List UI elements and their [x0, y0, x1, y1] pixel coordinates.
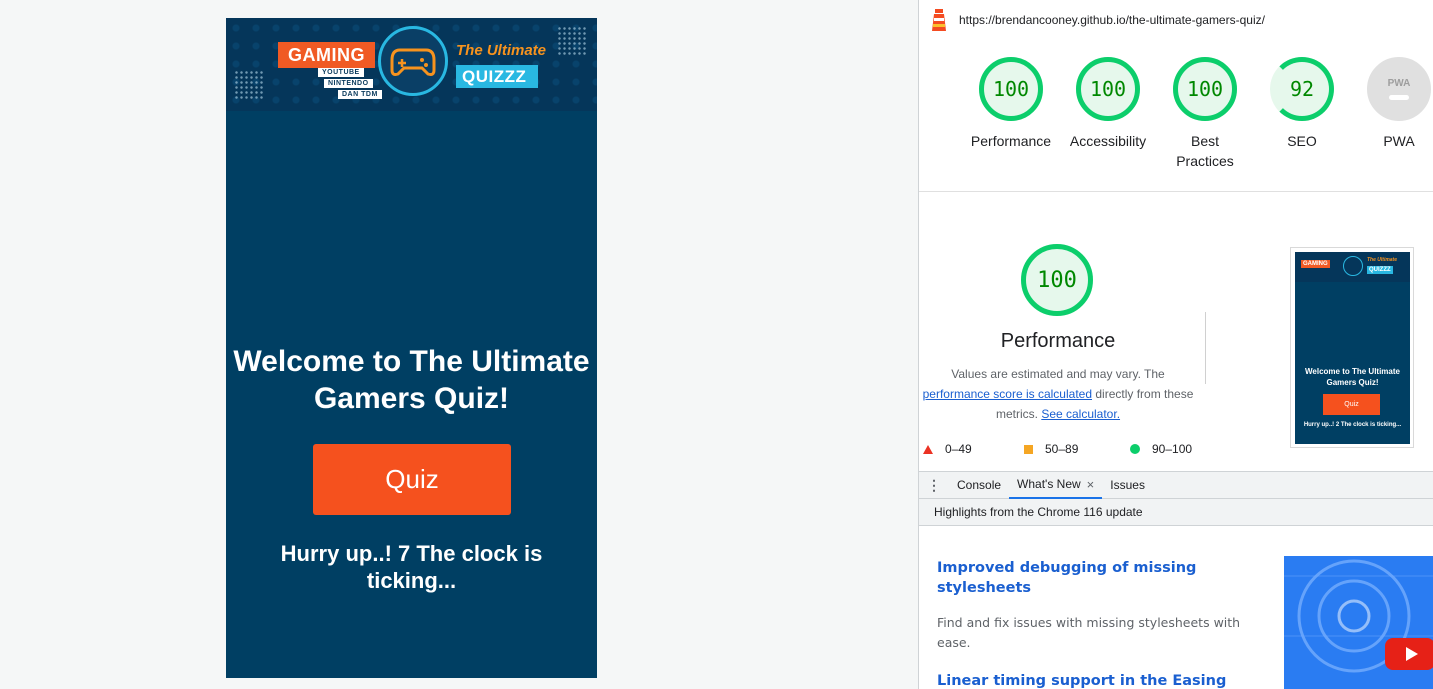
gauge-accessibility-label: Accessibility	[1069, 133, 1147, 149]
whats-new-video-thumbnail[interactable]	[1284, 556, 1433, 689]
performance-title: Performance	[1000, 330, 1116, 352]
banner-youtube-label: YOUTUBE	[318, 68, 364, 77]
timer-message: Hurry up..! 7 The clock is ticking...	[280, 541, 543, 593]
gauge-best-practices[interactable]: 100 Best Practices	[1160, 57, 1250, 171]
welcome-heading: Welcome to The Ultimate Gamers Quiz!	[233, 345, 590, 415]
gauge-accessibility[interactable]: 100 Accessibility	[1063, 57, 1153, 151]
gauge-best-practices-score: 100	[1173, 57, 1237, 121]
tab-issues[interactable]: Issues	[1102, 472, 1153, 499]
gamepad-icon	[378, 26, 448, 96]
banner-dantdm-label: DAN TDM	[338, 90, 382, 99]
banner-ultimate-label: The Ultimate	[456, 42, 547, 59]
pwa-badge-icon: PWA	[1367, 57, 1431, 121]
thumbnail-quiz-button: Quiz	[1323, 394, 1380, 415]
banner-gaming-label: GAMING	[278, 42, 375, 68]
score-gauges: 100 Performance 100 Accessibility 100 Be…	[919, 57, 1433, 177]
gauge-performance-label: Performance	[970, 133, 1052, 149]
vertical-divider	[1205, 312, 1206, 384]
quiz-start-button[interactable]: Quiz	[313, 444, 511, 515]
performance-score-gauge: 100	[1021, 244, 1093, 316]
mobile-viewport: GAMING YOUTUBE NINTENDO DAN TDM The Ulti…	[226, 18, 597, 678]
lighthouse-icon	[932, 8, 946, 31]
section-divider	[919, 191, 1433, 192]
banner-nintendo-label: NINTENDO	[324, 79, 373, 88]
report-url-bar: https://brendancooney.github.io/the-ulti…	[919, 0, 1433, 40]
legend-average: 50–89	[1024, 442, 1078, 456]
tab-whats-new[interactable]: What's New ×	[1009, 472, 1103, 499]
gauge-performance-score: 100	[979, 57, 1043, 121]
gauge-accessibility-score: 100	[1076, 57, 1140, 121]
header-banner: GAMING YOUTUBE NINTENDO DAN TDM The Ulti…	[226, 18, 597, 111]
devtools-panel: https://brendancooney.github.io/the-ulti…	[918, 0, 1433, 689]
youtube-play-icon[interactable]	[1385, 638, 1433, 670]
report-url[interactable]: https://brendancooney.github.io/the-ulti…	[959, 13, 1265, 27]
gauge-performance[interactable]: 100 Performance	[966, 57, 1056, 151]
gauge-seo[interactable]: 92 SEO	[1257, 57, 1347, 151]
pass-circle-icon	[1130, 444, 1140, 454]
legend-fail: 0–49	[923, 442, 972, 456]
fail-triangle-icon	[923, 445, 933, 454]
whats-new-item-title-1[interactable]: Improved debugging of missing stylesheet…	[937, 558, 1237, 598]
see-calculator-link[interactable]: See calculator.	[1041, 407, 1120, 421]
gauge-seo-score: 92	[1270, 57, 1334, 121]
banner-quizzz-label: QUIZZZ	[456, 65, 539, 88]
legend-pass: 90–100	[1130, 442, 1192, 456]
more-options-icon[interactable]: ⋮	[919, 477, 949, 494]
performance-description: Values are estimated and may vary. The p…	[922, 367, 1194, 421]
tab-console[interactable]: Console	[949, 472, 1009, 499]
whats-new-item-body-1: Find and fix issues with missing stylesh…	[937, 615, 1241, 650]
whats-new-subheader: Highlights from the Chrome 116 update	[919, 499, 1433, 526]
gauge-pwa[interactable]: PWA PWA	[1354, 57, 1433, 151]
gauge-pwa-label: PWA	[1383, 133, 1415, 149]
whats-new-item-title-2[interactable]: Linear timing support in the Easing	[937, 671, 1257, 689]
final-screenshot-thumbnail[interactable]: GAMING The Ultimate QUIZZZ Welcome to Th…	[1290, 247, 1414, 448]
gauge-best-practices-label: Best Practices	[1176, 133, 1234, 169]
score-calculated-link[interactable]: performance score is calculated	[923, 387, 1092, 401]
thumbnail-hurry: Hurry up..! 2 The clock is ticking...	[1303, 422, 1402, 428]
thumbnail-welcome: Welcome to The Ultimate Gamers Quiz!	[1305, 367, 1400, 387]
drawer-tabbar: ⋮ Console What's New × Issues	[919, 471, 1433, 499]
close-icon[interactable]: ×	[1087, 477, 1095, 492]
gauge-seo-label: SEO	[1287, 133, 1317, 149]
screen: GAMING YOUTUBE NINTENDO DAN TDM The Ulti…	[0, 0, 1433, 689]
average-square-icon	[1024, 445, 1033, 454]
